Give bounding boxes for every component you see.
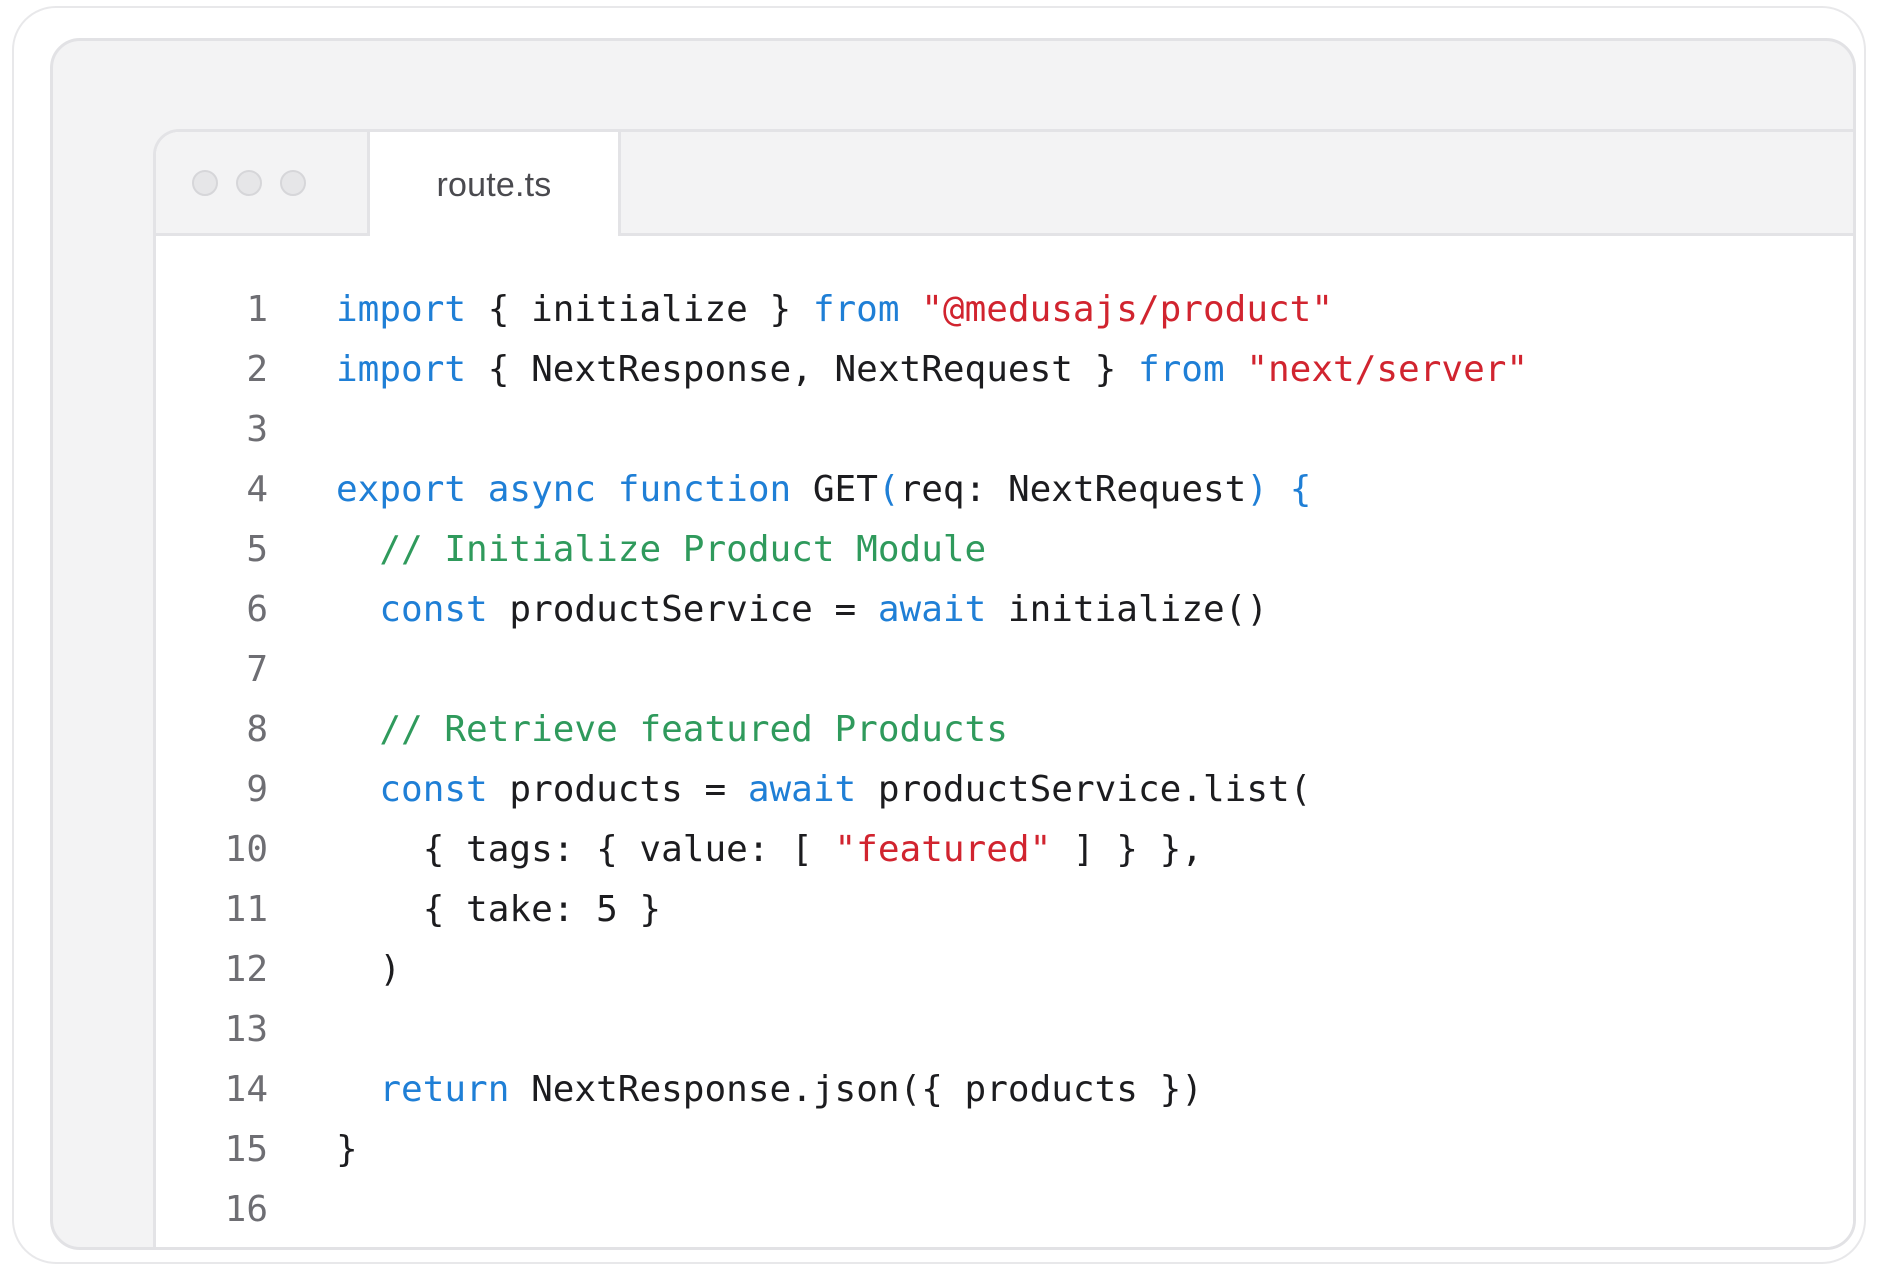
tab-route-ts[interactable]: route.ts <box>367 132 621 239</box>
line-number: 13 <box>224 1009 268 1050</box>
code-token-kw: const <box>379 589 488 630</box>
code-token-kw: function <box>617 469 792 510</box>
code-token-plain: ] } }, <box>1051 829 1203 870</box>
code-area[interactable]: 1 import { initialize } from "@medusajs/p… <box>156 236 1853 1247</box>
line-number: 12 <box>224 949 268 990</box>
code-token-plain: productService.list( <box>856 769 1312 810</box>
code-token-str: "next/server" <box>1246 349 1529 390</box>
line-code: { take: 5 } <box>336 880 661 940</box>
line-number: 14 <box>224 1069 268 1110</box>
code-token-kw: from <box>812 289 900 330</box>
code-line: 1 import { initialize } from "@medusajs/p… <box>156 280 1853 340</box>
code-token-plain: { NextResponse, NextRequest } <box>466 349 1138 390</box>
code-token-kw: export <box>336 469 467 510</box>
minimize-window-dot[interactable] <box>236 170 262 196</box>
maximize-window-dot[interactable] <box>280 170 306 196</box>
code-token-kw: await <box>877 589 987 630</box>
code-line: 4 export async function GET(req: NextRequ… <box>156 460 1853 520</box>
code-token-kw: from <box>1137 349 1225 390</box>
code-token-kw: async <box>487 469 597 510</box>
code-token-plain: { take: 5 } <box>336 889 662 930</box>
code-line: 7 <box>156 640 1853 700</box>
code-token-plain: NextResponse.json({ products }) <box>509 1069 1203 1110</box>
line-code: export async function GET(req: NextReque… <box>336 460 1311 520</box>
line-code: const products = await productService.li… <box>336 760 1311 820</box>
code-token-cmt: // Retrieve featured Products <box>379 709 1008 750</box>
line-number: 2 <box>246 349 268 390</box>
code-token-kw: ) { <box>1246 469 1312 510</box>
code-token-kw: import <box>336 349 467 390</box>
code-line: 11 { take: 5 } <box>156 880 1853 940</box>
code-line: 14 return NextResponse.json({ products }… <box>156 1060 1853 1120</box>
code-token-kw: import <box>336 289 467 330</box>
code-token-plain: req: NextRequest <box>899 469 1247 510</box>
line-number: 8 <box>246 709 268 750</box>
code-lines: 1 import { initialize } from "@medusajs/p… <box>156 280 1853 1240</box>
line-number: 7 <box>246 649 268 690</box>
line-code: import { NextResponse, NextRequest } fro… <box>336 340 1528 400</box>
code-editor-window: route.ts 1 import { initialize } from "@m… <box>153 129 1853 1247</box>
line-number: 9 <box>246 769 268 810</box>
code-token-kw: return <box>379 1069 510 1110</box>
line-number: 4 <box>246 469 268 510</box>
window-controls <box>192 170 306 196</box>
code-token-cmt: // Initialize Product Module <box>379 529 987 570</box>
line-code: } <box>336 1120 358 1180</box>
line-number: 16 <box>224 1189 268 1230</box>
editor-titlebar: route.ts <box>156 132 1853 239</box>
line-code: ) <box>336 940 401 1000</box>
code-line: 16 <box>156 1180 1853 1240</box>
outer-frame: route.ts 1 import { initialize } from "@m… <box>12 6 1866 1264</box>
line-code: const productService = await initialize(… <box>336 580 1268 640</box>
code-line: 2 import { NextResponse, NextRequest } fr… <box>156 340 1853 400</box>
line-number: 3 <box>246 409 268 450</box>
code-token-plain: } <box>336 1129 358 1170</box>
line-number: 1 <box>246 289 268 330</box>
code-line: 9 const products = await productService.… <box>156 760 1853 820</box>
code-token-kw: const <box>379 769 488 810</box>
code-line: 13 <box>156 1000 1853 1060</box>
line-code: import { initialize } from "@medusajs/pr… <box>336 280 1333 340</box>
code-line: 5 // Initialize Product Module <box>156 520 1853 580</box>
code-token-plain: GET <box>791 469 878 510</box>
window-backdrop: route.ts 1 import { initialize } from "@m… <box>50 38 1856 1250</box>
code-token-plain: productService = <box>487 589 878 630</box>
line-number: 11 <box>224 889 268 930</box>
code-token-kw: ( <box>877 469 900 510</box>
line-number: 10 <box>224 829 268 870</box>
code-line: 12 ) <box>156 940 1853 1000</box>
line-code: // Initialize Product Module <box>336 520 986 580</box>
code-token-str: "featured" <box>834 829 1052 870</box>
tab-label: route.ts <box>436 166 552 204</box>
line-code: { tags: { value: [ "featured" ] } }, <box>336 820 1203 880</box>
line-code: return NextResponse.json({ products }) <box>336 1060 1203 1120</box>
code-line: 15} <box>156 1120 1853 1180</box>
code-line: 6 const productService = await initializ… <box>156 580 1853 640</box>
line-number: 15 <box>224 1129 268 1170</box>
code-token-plain: { tags: { value: [ <box>336 829 835 870</box>
line-code: // Retrieve featured Products <box>336 700 1008 760</box>
code-token-str: "@medusajs/product" <box>921 289 1334 330</box>
code-token-plain: { initialize } <box>466 289 813 330</box>
close-window-dot[interactable] <box>192 170 218 196</box>
line-number: 6 <box>246 589 268 630</box>
code-token-plain: ) <box>336 949 402 990</box>
code-token-kw: await <box>747 769 857 810</box>
code-line: 8 // Retrieve featured Products <box>156 700 1853 760</box>
code-token-plain: products = <box>487 769 748 810</box>
code-line: 3 <box>156 400 1853 460</box>
line-number: 5 <box>246 529 268 570</box>
code-token-plain: initialize() <box>986 589 1269 630</box>
code-line: 10 { tags: { value: [ "featured" ] } }, <box>156 820 1853 880</box>
